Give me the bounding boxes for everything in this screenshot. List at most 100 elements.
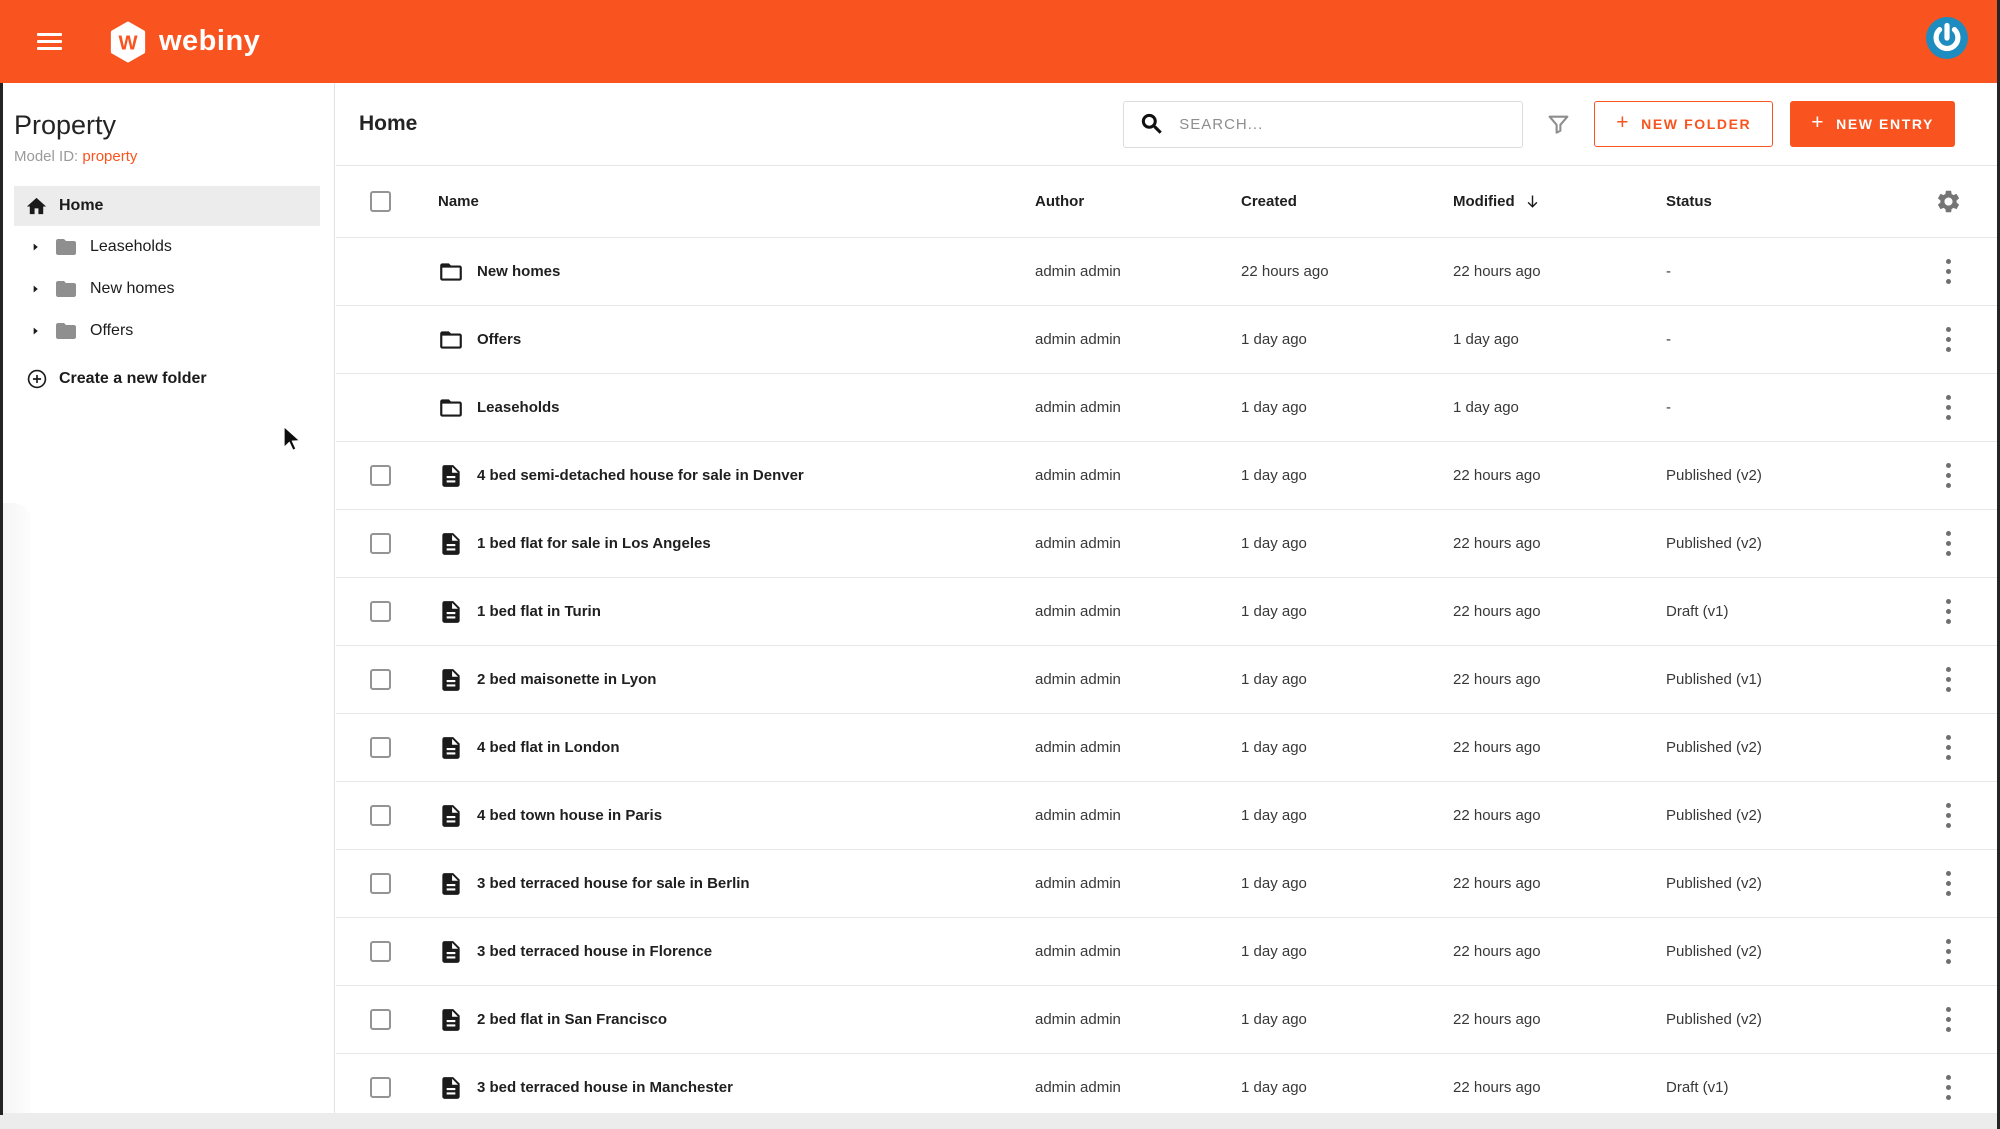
kebab-menu-icon[interactable]	[1938, 662, 1959, 698]
new-entry-label: NEW ENTRY	[1836, 116, 1934, 132]
chevron-right-icon[interactable]	[30, 325, 42, 337]
column-header-status[interactable]: Status	[1666, 193, 1920, 210]
sidebar-item-offers[interactable]: Offers	[14, 310, 334, 352]
plus-icon: +	[1616, 111, 1631, 134]
kebab-menu-icon[interactable]	[1938, 1002, 1959, 1038]
folder-icon	[440, 330, 462, 349]
kebab-menu-icon[interactable]	[1938, 798, 1959, 834]
plus-icon: +	[1811, 111, 1826, 134]
column-header-created[interactable]: Created	[1241, 193, 1453, 210]
page-title: Home	[359, 112, 418, 135]
folder-icon	[440, 398, 462, 417]
document-icon	[442, 804, 460, 827]
table-row-folder[interactable]: Offers admin admin 1 day ago 1 day ago -	[336, 306, 2000, 374]
document-icon	[442, 1076, 460, 1099]
table-row-entry[interactable]: 3 bed terraced house in Manchester admin…	[336, 1054, 2000, 1122]
row-checkbox[interactable]	[370, 737, 391, 758]
row-checkbox[interactable]	[370, 1077, 391, 1098]
document-icon	[442, 736, 460, 759]
sidebar-item-leaseholds[interactable]: Leaseholds	[14, 226, 334, 268]
row-checkbox[interactable]	[370, 669, 391, 690]
column-header-name[interactable]: Name	[438, 193, 1035, 210]
user-avatar[interactable]	[1926, 17, 1968, 59]
search-input[interactable]	[1177, 114, 1513, 134]
kebab-menu-icon[interactable]	[1938, 458, 1959, 494]
content-header: Home + NEW FOLDER +	[336, 83, 2000, 166]
window-left-edge	[0, 83, 3, 1115]
header-controls: + NEW FOLDER + NEW ENTRY	[1123, 100, 1955, 148]
sidebar-folder-label: Leaseholds	[90, 238, 172, 255]
table-row-entry[interactable]: 4 bed flat in London admin admin 1 day a…	[336, 714, 2000, 782]
kebab-menu-icon[interactable]	[1938, 1070, 1959, 1106]
mouse-cursor	[283, 424, 302, 452]
sidebar-folder-label: New homes	[90, 280, 175, 297]
row-checkbox[interactable]	[370, 601, 391, 622]
kebab-menu-icon[interactable]	[1938, 730, 1959, 766]
table-row-entry[interactable]: 4 bed town house in Paris admin admin 1 …	[336, 782, 2000, 850]
document-icon	[442, 872, 460, 895]
folder-icon	[56, 323, 76, 339]
document-icon	[442, 668, 460, 691]
model-id-label: Model ID:	[14, 148, 79, 165]
create-folder-label: Create a new folder	[59, 370, 207, 387]
sidebar-item-new-homes[interactable]: New homes	[14, 268, 334, 310]
brand-wordmark: webiny	[159, 25, 261, 57]
table-row-folder[interactable]: New homes admin admin 22 hours ago 22 ho…	[336, 238, 2000, 306]
gravatar-icon	[1926, 17, 1968, 59]
svg-text:W: W	[118, 32, 138, 54]
row-checkbox[interactable]	[370, 805, 391, 826]
table-row-entry[interactable]: 4 bed semi-detached house for sale in De…	[336, 442, 2000, 510]
create-folder-button[interactable]: Create a new folder	[14, 358, 334, 400]
row-checkbox[interactable]	[370, 1009, 391, 1030]
row-checkbox[interactable]	[370, 465, 391, 486]
filter-icon[interactable]	[1546, 112, 1571, 137]
hamburger-menu-icon[interactable]	[37, 29, 62, 54]
kebab-menu-icon[interactable]	[1938, 254, 1959, 290]
chevron-right-icon[interactable]	[30, 241, 42, 253]
table-row-entry[interactable]: 2 bed maisonette in Lyon admin admin 1 d…	[336, 646, 2000, 714]
new-folder-button[interactable]: + NEW FOLDER	[1594, 101, 1774, 147]
table-row-entry[interactable]: 3 bed terraced house for sale in Berlin …	[336, 850, 2000, 918]
table-row-entry[interactable]: 3 bed terraced house in Florence admin a…	[336, 918, 2000, 986]
kebab-menu-icon[interactable]	[1938, 866, 1959, 902]
select-all-checkbox[interactable]	[370, 191, 391, 212]
table-header: Name Author Created Modified Status	[336, 166, 2000, 238]
table-row-entry[interactable]: 2 bed flat in San Francisco admin admin …	[336, 986, 2000, 1054]
row-checkbox[interactable]	[370, 873, 391, 894]
row-checkbox[interactable]	[370, 533, 391, 554]
column-header-author[interactable]: Author	[1035, 193, 1241, 210]
sidebar-item-home[interactable]: Home	[14, 186, 320, 226]
search-box	[1123, 100, 1524, 148]
plus-circle-icon	[27, 369, 47, 389]
home-icon	[26, 197, 47, 214]
column-header-modified[interactable]: Modified	[1453, 193, 1666, 210]
kebab-menu-icon[interactable]	[1938, 322, 1959, 358]
table-row-folder[interactable]: Leaseholds admin admin 1 day ago 1 day a…	[336, 374, 2000, 442]
model-title: Property	[14, 110, 117, 140]
kebab-menu-icon[interactable]	[1938, 594, 1959, 630]
search-icon	[1142, 113, 1163, 134]
table-row-entry[interactable]: 1 bed flat for sale in Los Angeles admin…	[336, 510, 2000, 578]
webiny-hexagon-icon: W	[110, 20, 146, 63]
modified-label: Modified	[1453, 193, 1515, 210]
document-icon	[442, 1008, 460, 1031]
row-checkbox[interactable]	[370, 941, 391, 962]
app-screen: W webiny Property Model ID: property Hom…	[0, 0, 2000, 1129]
table-settings-gear-icon[interactable]	[1935, 188, 1962, 215]
table-body: New homes admin admin 22 hours ago 22 ho…	[336, 238, 2000, 1122]
folder-icon	[56, 281, 76, 297]
sidebar-home-label: Home	[59, 197, 104, 214]
kebab-menu-icon[interactable]	[1938, 526, 1959, 562]
table-row-entry[interactable]: 1 bed flat in Turin admin admin 1 day ag…	[336, 578, 2000, 646]
sidebar: Property Model ID: property Home Leaseho…	[0, 83, 335, 1129]
sort-desc-icon[interactable]	[1524, 193, 1541, 210]
document-icon	[442, 464, 460, 487]
folder-icon	[56, 239, 76, 255]
new-entry-button[interactable]: + NEW ENTRY	[1790, 101, 1955, 147]
kebab-menu-icon[interactable]	[1938, 390, 1959, 426]
document-icon	[442, 600, 460, 623]
model-id: Model ID: property	[14, 148, 334, 165]
kebab-menu-icon[interactable]	[1938, 934, 1959, 970]
main-content: Home + NEW FOLDER +	[336, 83, 2000, 1129]
chevron-right-icon[interactable]	[30, 283, 42, 295]
